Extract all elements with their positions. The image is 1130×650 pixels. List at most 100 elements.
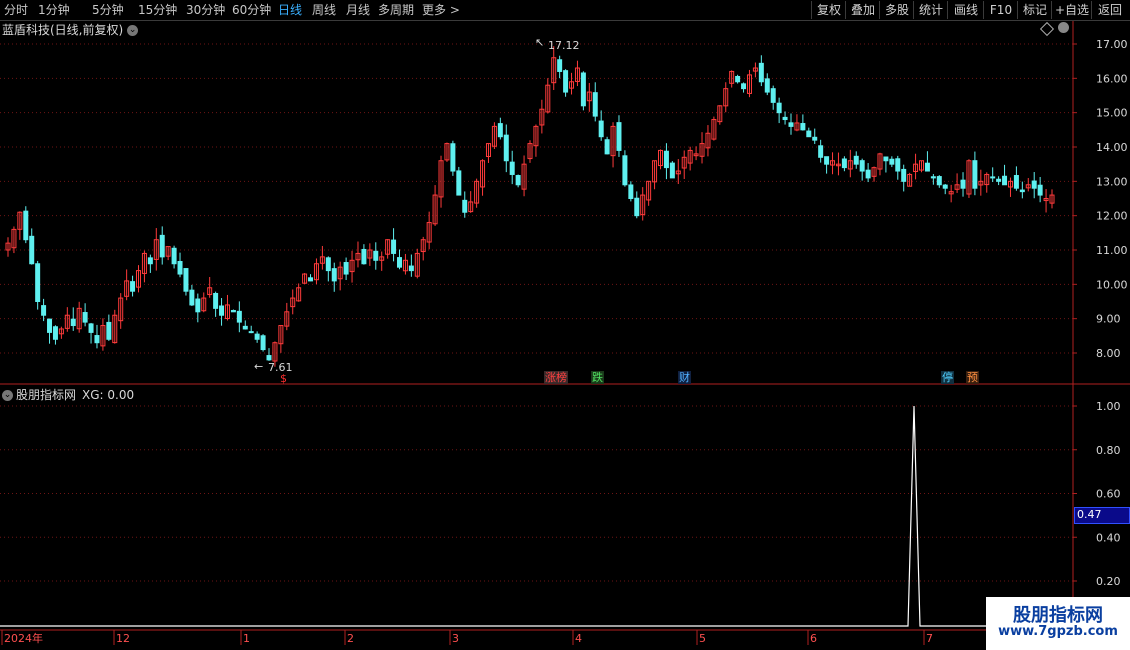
candle-body bbox=[343, 262, 349, 275]
time-tick-label: 12 bbox=[116, 632, 130, 645]
candle-body bbox=[824, 156, 830, 165]
candle-body bbox=[806, 130, 812, 138]
current-value-box: 0.47 bbox=[1074, 507, 1130, 524]
candle-body bbox=[598, 120, 604, 138]
axes: 8.009.0010.0011.0012.0013.0014.0015.0016… bbox=[0, 21, 1130, 645]
candle-body bbox=[758, 62, 764, 83]
signal-up-list[interactable]: 涨榜 bbox=[544, 371, 568, 384]
candle-body bbox=[94, 335, 100, 344]
high-price-label: 17.12 bbox=[548, 39, 580, 52]
candle-body bbox=[616, 122, 622, 151]
candle-body bbox=[812, 136, 818, 141]
candle-body bbox=[634, 197, 640, 217]
candle-body bbox=[171, 247, 177, 265]
candle-body bbox=[853, 155, 859, 165]
candle-body bbox=[189, 289, 195, 306]
candle-body bbox=[497, 123, 503, 138]
candle-body bbox=[782, 116, 788, 121]
candle-body bbox=[776, 102, 782, 114]
xg-line bbox=[0, 405, 1073, 627]
candle-body bbox=[818, 145, 824, 158]
high-arrow-icon: ↖ bbox=[535, 36, 545, 49]
candle-body bbox=[462, 199, 468, 213]
low-arrow-icon: ← bbox=[254, 360, 264, 373]
candle-body bbox=[35, 263, 41, 302]
indicator-series bbox=[0, 405, 1073, 627]
candle-body bbox=[996, 178, 1002, 182]
candle-body bbox=[183, 268, 189, 292]
candle-body bbox=[106, 321, 112, 340]
candle-body bbox=[557, 59, 563, 72]
time-tick-label: 1 bbox=[243, 632, 250, 645]
price-tick-label: 12.00 bbox=[1096, 210, 1128, 223]
candle-body bbox=[308, 277, 314, 282]
signal-forecast[interactable]: 预 bbox=[966, 371, 979, 384]
candle-body bbox=[159, 234, 165, 258]
candle-body bbox=[604, 139, 610, 155]
time-tick-label: 7 bbox=[926, 632, 933, 645]
candle-body bbox=[580, 72, 586, 107]
candle-body bbox=[147, 257, 153, 265]
gear-icon[interactable] bbox=[1058, 22, 1069, 33]
time-tick-label: 3 bbox=[452, 632, 459, 645]
candle-body bbox=[901, 168, 907, 182]
current-value: 0.47 bbox=[1077, 508, 1102, 521]
candle-body bbox=[373, 250, 379, 261]
candle-body bbox=[895, 158, 901, 172]
watermark-logo: 股朋指标网 www.7gpzb.com bbox=[986, 597, 1130, 650]
time-tick-label: 2024年 bbox=[4, 631, 43, 645]
candle-body bbox=[29, 235, 35, 265]
candle-body bbox=[1002, 175, 1008, 186]
candle-body bbox=[1037, 184, 1043, 196]
candle-body bbox=[990, 176, 996, 179]
candle-body bbox=[88, 323, 94, 333]
candle-body bbox=[1019, 189, 1025, 193]
candle-body bbox=[331, 268, 337, 282]
candle-body bbox=[254, 333, 260, 340]
price-tick-label: 16.00 bbox=[1096, 72, 1128, 85]
candle-body bbox=[248, 331, 254, 334]
candle-body bbox=[408, 265, 414, 272]
candle-body bbox=[936, 176, 942, 186]
indicator-tick-label: 1.00 bbox=[1096, 400, 1121, 413]
price-tick-label: 13.00 bbox=[1096, 175, 1128, 188]
candle-body bbox=[450, 143, 456, 172]
candle-body bbox=[23, 210, 29, 241]
candle-body bbox=[788, 122, 794, 127]
candle-body bbox=[924, 162, 930, 172]
indicator-tick-label: 0.40 bbox=[1096, 531, 1121, 544]
candle-body bbox=[70, 318, 76, 327]
chevron-down-icon[interactable]: ⌄ bbox=[2, 390, 13, 401]
candle-body bbox=[741, 83, 747, 90]
candle-body bbox=[213, 292, 219, 309]
candle-body bbox=[563, 70, 569, 93]
candle-body bbox=[260, 335, 266, 351]
indicator-tick-label: 0.20 bbox=[1096, 575, 1121, 588]
candle-body bbox=[865, 169, 871, 179]
candle-body bbox=[242, 325, 248, 330]
signal-suspend[interactable]: 停 bbox=[941, 371, 954, 384]
kline-chart[interactable]: 8.009.0010.0011.0012.0013.0014.0015.0016… bbox=[0, 0, 1130, 650]
signal-dollar[interactable]: $ bbox=[279, 372, 288, 385]
candle-body bbox=[230, 309, 236, 313]
signal-drop[interactable]: 跌 bbox=[591, 371, 604, 384]
grid-lines bbox=[0, 43, 1073, 582]
candle-body bbox=[266, 355, 272, 361]
price-tick-label: 11.00 bbox=[1096, 244, 1128, 257]
candle-body bbox=[325, 257, 331, 272]
candle-body bbox=[972, 160, 978, 189]
time-tick-label: 5 bbox=[699, 632, 706, 645]
price-tick-label: 8.00 bbox=[1096, 347, 1121, 360]
time-tick-label: 2 bbox=[347, 632, 354, 645]
candle-body bbox=[236, 310, 242, 323]
candle-body bbox=[391, 239, 397, 254]
candle-body bbox=[361, 248, 367, 265]
indicator-tick-label: 0.60 bbox=[1096, 488, 1121, 501]
candle-body bbox=[669, 162, 675, 179]
candle-body bbox=[770, 88, 776, 103]
candle-body bbox=[930, 176, 936, 179]
candle-body bbox=[841, 158, 847, 169]
indicator-title[interactable]: ⌄ 股朋指标网 XG: 0.00 bbox=[2, 386, 134, 403]
signal-finance[interactable]: 财 bbox=[678, 371, 691, 384]
candle-body bbox=[592, 92, 598, 117]
